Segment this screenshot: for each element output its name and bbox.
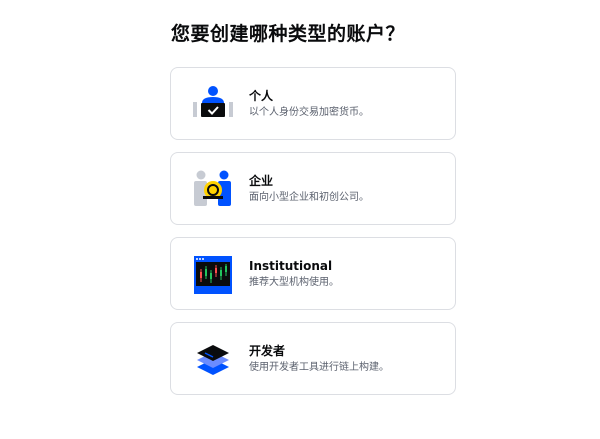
account-type-label: 开发者 [249,344,286,358]
trading-chart-monitor-icon [193,255,233,295]
account-type-description: 推荐大型机构使用。 [249,277,339,288]
account-type-individual-card[interactable]: 个人 以个人身份交易加密货币。 [170,67,456,140]
account-type-label: 个人 [249,89,274,103]
page-title: 您要创建哪种类型的账户？ [171,23,406,45]
account-type-developer-card[interactable]: 开发者 使用开发者工具进行链上构建。 [170,322,456,395]
business-people-coin-icon [193,170,233,210]
developer-stack-icon [193,340,233,380]
person-laptop-icon [193,85,233,125]
account-type-institutional-card[interactable]: Institutional 推荐大型机构使用。 [170,237,456,310]
account-type-business-card[interactable]: 企业 面向小型企业和初创公司。 [170,152,456,225]
account-type-description: 以个人身份交易加密货币。 [249,107,369,118]
account-type-description: 面向小型企业和初创公司。 [249,192,369,203]
account-type-label: Institutional [249,259,333,273]
account-type-description: 使用开发者工具进行链上构建。 [249,362,389,373]
account-type-list: 个人 以个人身份交易加密货币。 企业 面向小型企业和初创公司。 Institut… [170,67,456,395]
account-type-label: 企业 [249,174,274,188]
account-type-page: 您要创建哪种类型的账户？ 个人 以个人身份交易加密货币。 企业 面向小型企业和初… [0,0,600,439]
